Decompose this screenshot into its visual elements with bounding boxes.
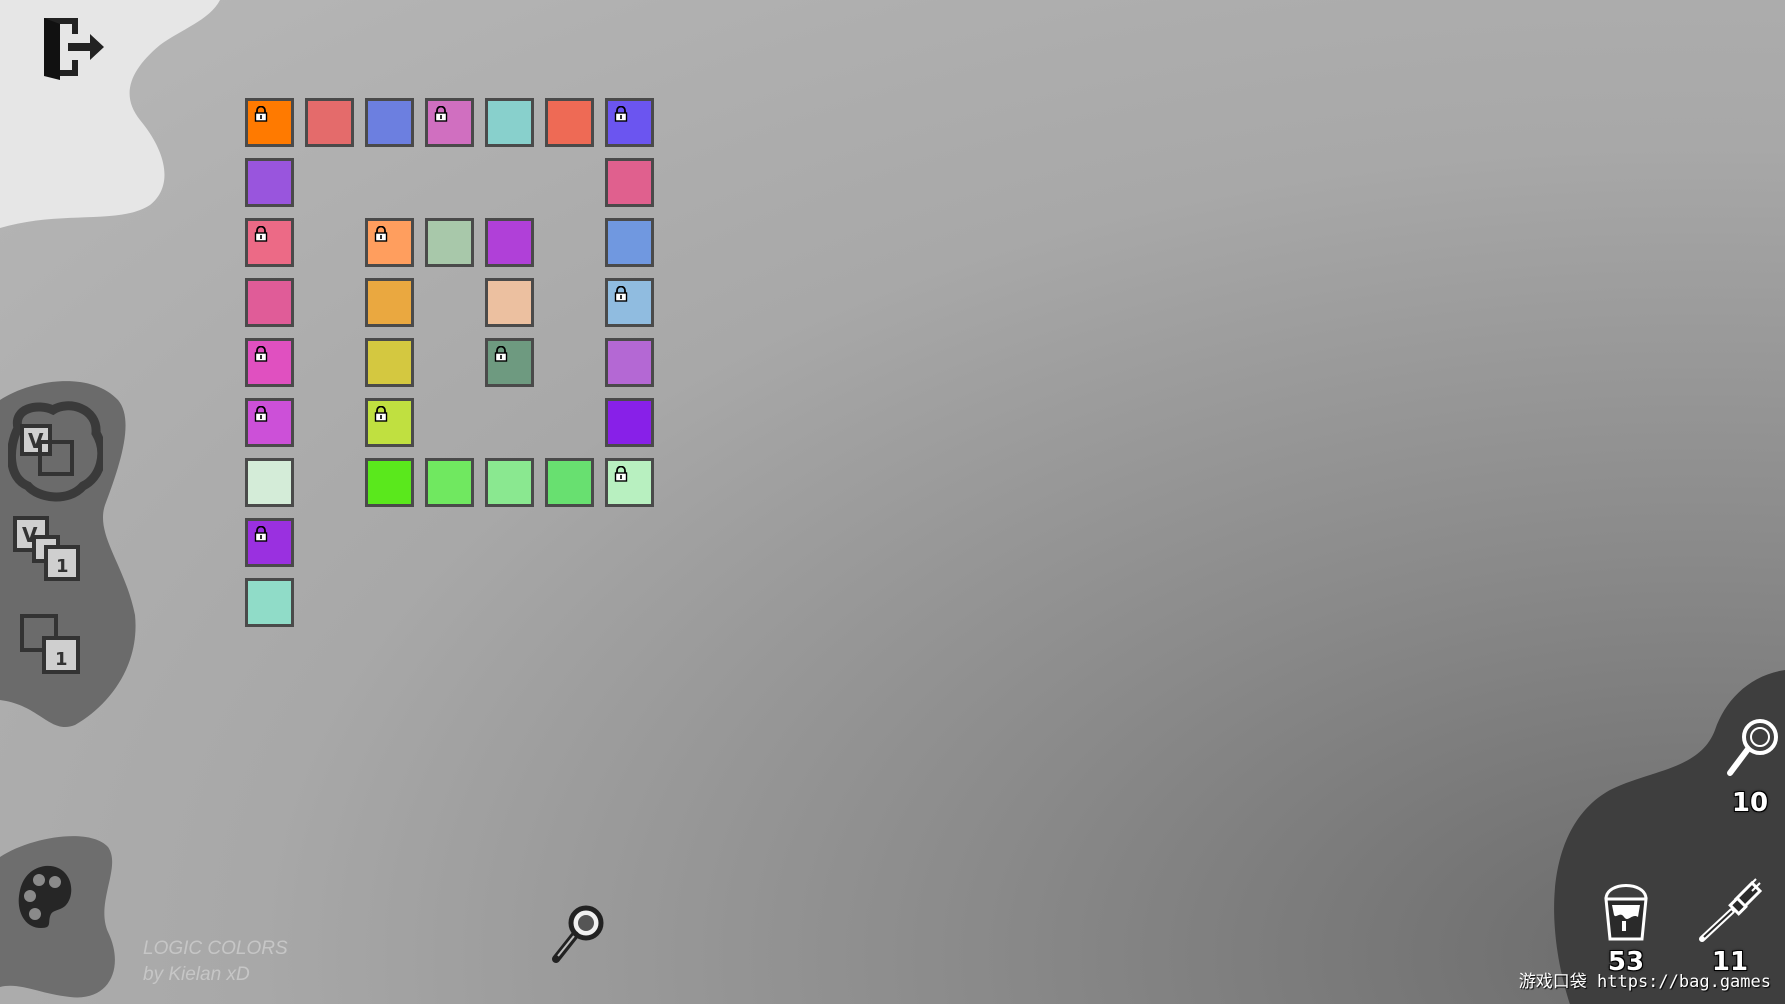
- lock-icon: [254, 526, 268, 542]
- color-tile[interactable]: [605, 338, 654, 387]
- lock-icon: [374, 406, 388, 422]
- lock-icon: [614, 286, 628, 302]
- color-tile[interactable]: [605, 218, 654, 267]
- lock-icon: [434, 106, 448, 122]
- view-single-icon[interactable]: V 1: [12, 515, 84, 583]
- game-author: by Kielan xD: [143, 964, 250, 985]
- exit-door-icon[interactable]: [38, 14, 108, 80]
- color-tile[interactable]: [605, 98, 654, 147]
- lock-icon: [254, 106, 268, 122]
- lock-icon: [494, 346, 508, 362]
- color-tile[interactable]: [605, 458, 654, 507]
- palette-icon[interactable]: [15, 862, 77, 932]
- hint-count: 10: [1731, 788, 1769, 818]
- color-tile[interactable]: [245, 158, 294, 207]
- hint-magnifier-icon[interactable]: [1722, 715, 1782, 779]
- lock-icon: [254, 406, 268, 422]
- color-tile[interactable]: [365, 338, 414, 387]
- view-all-icon[interactable]: V: [6, 398, 107, 503]
- top-left-light-splash: [0, 0, 220, 228]
- magnifier-icon[interactable]: [548, 903, 606, 965]
- color-tile[interactable]: [485, 278, 534, 327]
- color-tile[interactable]: [545, 98, 594, 147]
- color-tile[interactable]: [425, 458, 474, 507]
- color-tile[interactable]: [365, 458, 414, 507]
- color-tile[interactable]: [245, 98, 294, 147]
- color-tile[interactable]: [605, 158, 654, 207]
- lock-icon: [254, 346, 268, 362]
- watermark-text: 游戏口袋 https://bag.games: [1518, 972, 1771, 992]
- color-tile-grid: [245, 98, 665, 638]
- color-tile[interactable]: [245, 338, 294, 387]
- color-tile[interactable]: [485, 338, 534, 387]
- paint-brush-icon[interactable]: [1696, 877, 1764, 943]
- paint-bucket-icon[interactable]: [1600, 877, 1652, 943]
- svg-text:1: 1: [55, 649, 68, 670]
- color-tile[interactable]: [245, 218, 294, 267]
- color-tile[interactable]: [605, 278, 654, 327]
- color-tile[interactable]: [365, 398, 414, 447]
- color-tile[interactable]: [605, 398, 654, 447]
- color-tile[interactable]: [365, 218, 414, 267]
- color-tile[interactable]: [545, 458, 594, 507]
- color-tile[interactable]: [425, 98, 474, 147]
- svg-text:1: 1: [56, 556, 69, 577]
- color-tile[interactable]: [305, 98, 354, 147]
- color-tile[interactable]: [245, 278, 294, 327]
- color-tile[interactable]: [245, 398, 294, 447]
- color-tile[interactable]: [425, 218, 474, 267]
- color-tile[interactable]: [245, 458, 294, 507]
- lock-icon: [614, 106, 628, 122]
- game-title: LOGIC COLORS: [143, 938, 288, 959]
- lock-icon: [614, 466, 628, 482]
- color-tile[interactable]: [365, 98, 414, 147]
- color-tile[interactable]: [245, 578, 294, 627]
- color-tile[interactable]: [245, 518, 294, 567]
- single-layer-icon[interactable]: 1: [18, 612, 82, 676]
- lock-icon: [374, 226, 388, 242]
- color-tile[interactable]: [485, 458, 534, 507]
- color-tile[interactable]: [365, 278, 414, 327]
- lock-icon: [254, 226, 268, 242]
- color-tile[interactable]: [485, 218, 534, 267]
- color-tile[interactable]: [485, 98, 534, 147]
